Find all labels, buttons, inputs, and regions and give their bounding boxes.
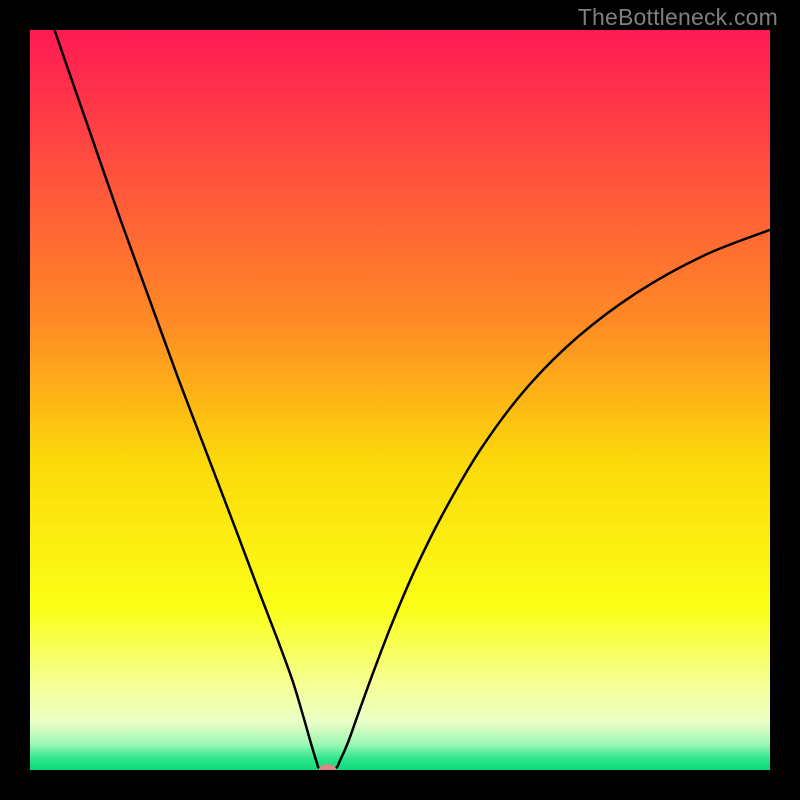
watermark-text: TheBottleneck.com [578,4,778,31]
chart-svg [30,30,770,770]
gradient-background [30,30,770,770]
chart-frame [30,30,770,770]
